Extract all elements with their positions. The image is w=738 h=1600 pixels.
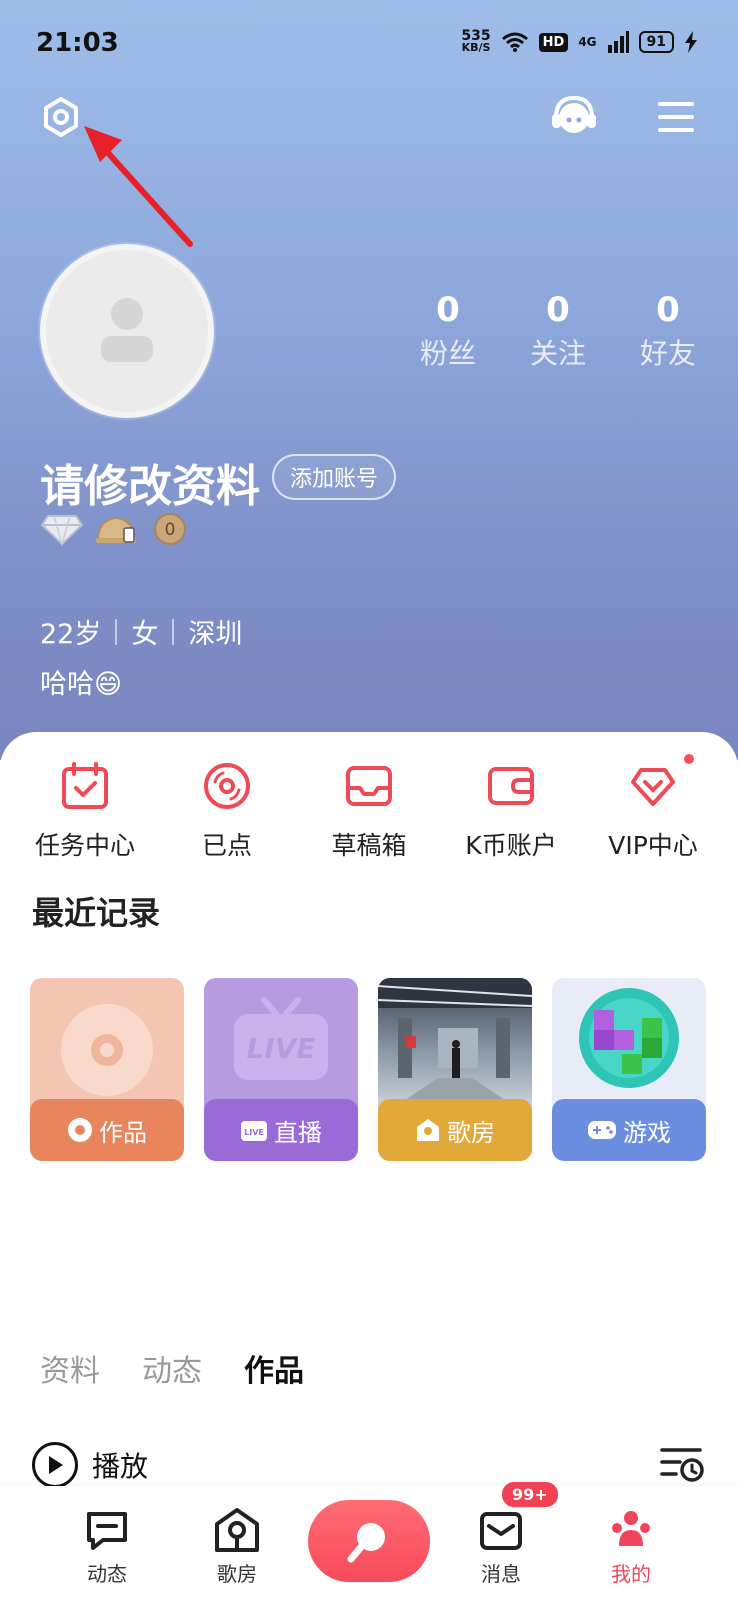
recent-records-title: 最近记录 [32, 894, 161, 932]
quick-task-center[interactable]: 任务中心 [20, 760, 150, 862]
disc-icon [68, 1118, 92, 1142]
vip-heart-icon [631, 768, 675, 806]
annotation-arrow [84, 126, 193, 247]
disc-icon [204, 763, 250, 809]
stat-friends[interactable]: 0 好友 [640, 290, 696, 372]
status-time: 21:03 [36, 28, 119, 58]
bio: 哈哈😄 [40, 669, 123, 700]
svg-text:LIVE: LIVE [244, 1128, 264, 1137]
divider [115, 618, 118, 645]
quick-vip-center[interactable]: VIP中心 [588, 752, 718, 862]
svg-text:0: 0 [165, 520, 176, 540]
recent-records: 作品 LIVE LIVE 直播 歌房 游戏 [30, 978, 706, 1161]
list-history-icon[interactable] [660, 1444, 704, 1484]
menu-icon[interactable] [656, 100, 696, 134]
divider [172, 618, 175, 645]
level-badge-icon[interactable] [94, 512, 138, 546]
customer-service-icon[interactable] [550, 94, 598, 138]
recent-card-label: 作品 [30, 1099, 184, 1161]
message-count-badge: 99+ [500, 1480, 560, 1509]
tab-profile-info[interactable]: 资料 [40, 1346, 100, 1390]
paw-profile-icon [612, 1511, 650, 1546]
notification-dot [682, 752, 696, 766]
svg-text:LIVE: LIVE [246, 1032, 315, 1065]
tab-works[interactable]: 作品 [244, 1346, 304, 1390]
recent-card-works[interactable]: 作品 [30, 978, 184, 1161]
quick-actions: 任务中心 已点 草稿箱 K币账户 VIP中心 [0, 752, 738, 862]
stat-fans[interactable]: 0 粉丝 [420, 290, 476, 372]
disc-artwork [61, 1004, 153, 1096]
avatar[interactable] [40, 244, 214, 418]
nav-feed[interactable]: 动态 [62, 1506, 152, 1587]
profile-info: 22岁 女 深圳 [40, 612, 242, 651]
wallet-icon [488, 767, 534, 805]
nav-me[interactable]: 我的 [586, 1506, 676, 1587]
chat-bubble-icon [87, 1512, 127, 1550]
quick-kcoin-account[interactable]: K币账户 [446, 760, 576, 862]
inbox-icon [346, 766, 392, 806]
wifi-icon [501, 32, 528, 52]
station-photo [378, 978, 532, 1118]
status-icons: 535 KB/S HD 4G 91 [461, 28, 698, 54]
nickname[interactable]: 请修改资料 [40, 450, 260, 514]
status-bar: 21:03 535 KB/S HD 4G 91 [0, 0, 738, 90]
sing-button[interactable] [308, 1500, 430, 1582]
profile-stats: 0 粉丝 0 关注 0 好友 [420, 290, 696, 372]
signal-icon [607, 31, 629, 53]
live-icon: LIVE [241, 1121, 267, 1141]
profile-tabs: 资料 动态 作品 [40, 1346, 304, 1390]
gender: 女 [131, 619, 159, 650]
play-icon [32, 1442, 78, 1488]
battery-indicator: 91 [638, 31, 674, 53]
recent-card-ktv-room[interactable]: 歌房 [378, 978, 532, 1161]
calendar-check-icon [62, 762, 108, 809]
play-all-button[interactable]: 播放 [32, 1442, 148, 1488]
badges-row: 0 [40, 512, 192, 546]
network-type: 4G [578, 35, 597, 49]
tab-feed[interactable]: 动态 [142, 1346, 202, 1390]
net-speed: 535 KB/S [461, 28, 491, 54]
hd-badge: HD [538, 32, 569, 52]
recent-card-live[interactable]: LIVE LIVE 直播 [204, 978, 358, 1161]
bottom-nav: 动态 歌房 消息 99+ 我的 [0, 1480, 738, 1600]
nav-ktv-room[interactable]: 歌房 [192, 1506, 282, 1587]
gamepad-icon [588, 1121, 616, 1139]
age: 22岁 [40, 619, 102, 650]
add-account-button[interactable]: 添加账号 [272, 454, 397, 500]
recent-card-label: 游戏 [552, 1099, 706, 1161]
coin-badge-icon[interactable]: 0 [148, 512, 192, 546]
house-icon [417, 1119, 439, 1141]
live-tv-artwork: LIVE [234, 997, 328, 1080]
game-artwork [579, 988, 679, 1088]
nav-messages[interactable]: 消息 [456, 1506, 546, 1587]
play-label: 播放 [92, 1450, 149, 1483]
house-icon [215, 1508, 259, 1552]
quick-requested-songs[interactable]: 已点 [162, 760, 292, 862]
recent-card-games[interactable]: 游戏 [552, 978, 706, 1161]
diamond-badge-icon[interactable] [40, 512, 84, 546]
stat-following[interactable]: 0 关注 [530, 290, 586, 372]
microphone-icon [347, 1523, 385, 1563]
city: 深圳 [188, 619, 243, 650]
recent-card-label: 歌房 [378, 1099, 532, 1161]
charging-icon [685, 31, 697, 53]
recent-card-label: LIVE 直播 [204, 1099, 358, 1161]
default-user-icon [101, 298, 153, 362]
envelope-icon [480, 1512, 522, 1550]
quick-drafts[interactable]: 草稿箱 [304, 760, 434, 862]
